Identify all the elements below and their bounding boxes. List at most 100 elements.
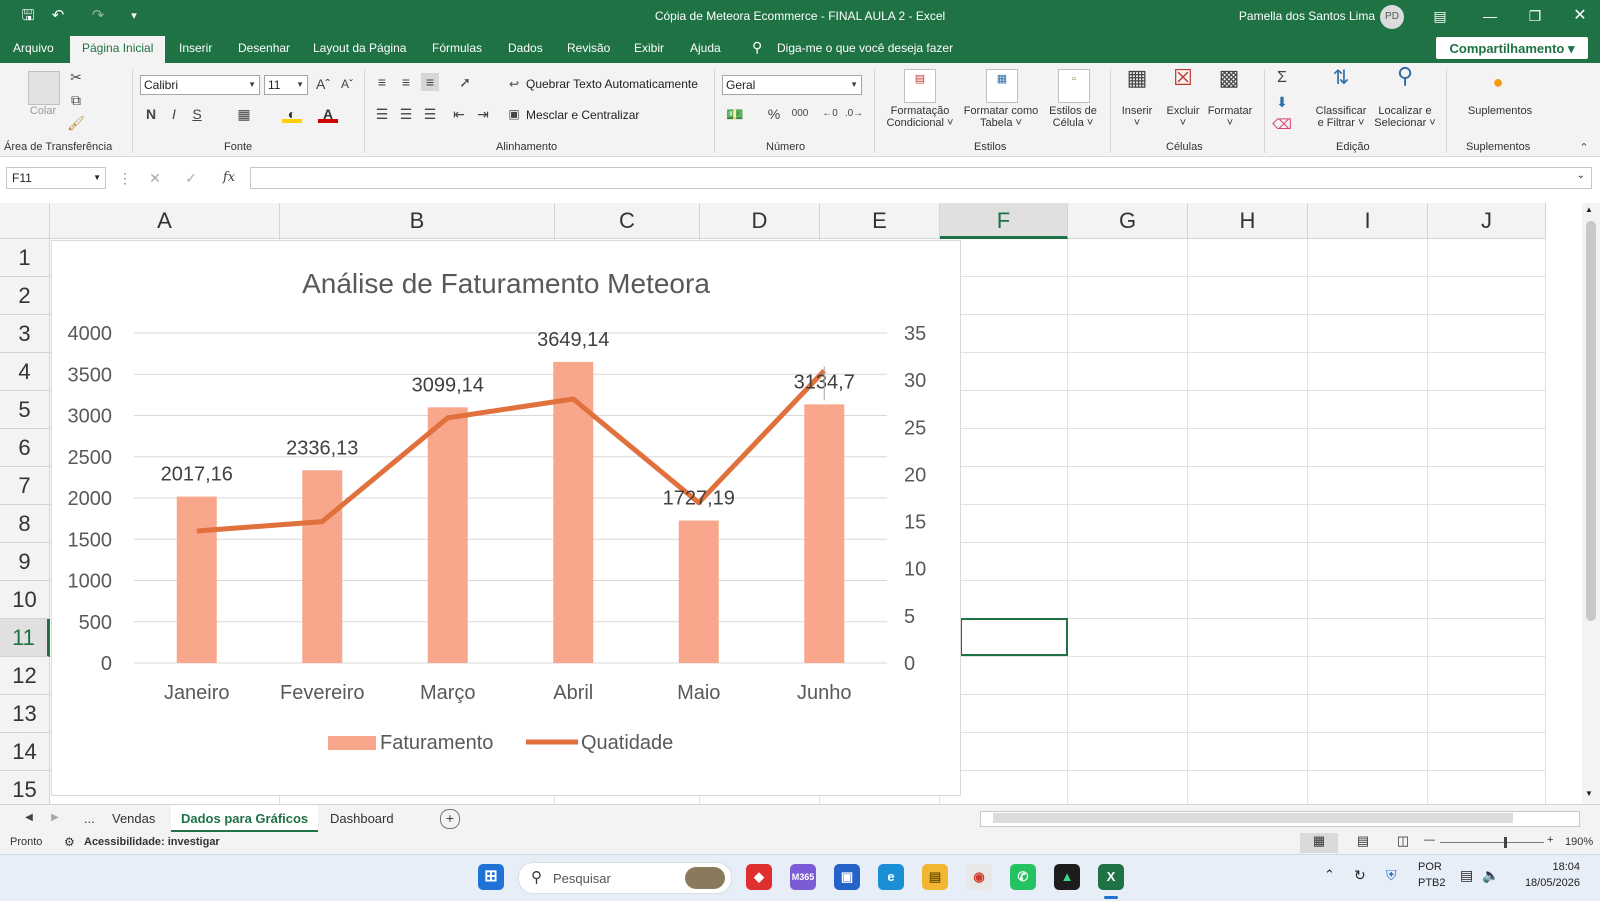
zoom-out-icon[interactable]: — xyxy=(1424,834,1435,846)
increase-indent-icon[interactable]: ⇥ xyxy=(474,105,492,123)
row-header-10[interactable]: 10 xyxy=(0,581,50,619)
collapse-ribbon-icon[interactable]: ⌃ xyxy=(1576,139,1592,157)
decrease-decimal-icon[interactable]: .0→ xyxy=(844,105,864,123)
network-icon[interactable]: ▤ xyxy=(1460,867,1473,884)
sync-icon[interactable]: ↻ xyxy=(1354,867,1366,884)
confirm-entry-icon[interactable]: ✓ xyxy=(182,169,200,187)
chart[interactable]: Análise de Faturamento Meteora 0 500 1000 15… xyxy=(51,240,961,796)
add-sheet-icon[interactable]: + xyxy=(440,809,460,829)
tab-revisao[interactable]: Revisão xyxy=(567,41,610,55)
column-header-g[interactable]: G xyxy=(1068,203,1188,239)
font-size-select[interactable]: 11 ▼ xyxy=(264,75,308,95)
row-header-3[interactable]: 3 xyxy=(0,315,50,353)
underline-button[interactable]: S xyxy=(189,105,205,123)
font-name-select[interactable]: Calibri ▼ xyxy=(140,75,260,95)
row-header-14[interactable]: 14 xyxy=(0,733,50,771)
row-header-13[interactable]: 13 xyxy=(0,695,50,733)
ribbon-display-icon[interactable]: ▤ xyxy=(1428,6,1452,26)
row-header-4[interactable]: 4 xyxy=(0,353,50,391)
sheet-tab-vendas[interactable]: Vendas xyxy=(102,805,165,832)
scroll-up-icon[interactable]: ▲ xyxy=(1585,205,1593,214)
app-chrome-icon[interactable]: ◉ xyxy=(966,864,992,890)
row-header-7[interactable]: 7 xyxy=(0,467,50,505)
close-icon[interactable]: ✕ xyxy=(1568,6,1592,26)
column-header-b[interactable]: B xyxy=(280,203,555,239)
formula-input[interactable]: ⌄ xyxy=(250,167,1592,189)
scroll-down-icon[interactable]: ▼ xyxy=(1585,789,1593,798)
align-right-icon[interactable]: ☰ xyxy=(421,105,439,123)
taskbar-search-box[interactable]: ⚲ Pesquisar xyxy=(518,862,732,894)
horizontal-scrollbar[interactable] xyxy=(980,811,1580,827)
increase-font-icon[interactable]: Aˆ xyxy=(313,75,333,93)
format-cells-button[interactable]: Formatar ˅ xyxy=(1204,105,1256,129)
column-header-j[interactable]: J xyxy=(1428,203,1546,239)
addins-button[interactable]: Suplementos xyxy=(1454,105,1546,117)
horizontal-scroll-thumb[interactable] xyxy=(993,813,1513,823)
tab-ajuda[interactable]: Ajuda xyxy=(690,41,721,55)
autosum-icon[interactable]: Σ xyxy=(1272,69,1292,87)
bold-button[interactable]: N xyxy=(143,105,159,123)
maximize-icon[interactable]: ❐ xyxy=(1523,6,1547,26)
tell-me-search[interactable]: Diga-me o que você deseja fazer xyxy=(777,41,953,55)
scroll-sheets-right-icon[interactable]: ▶ xyxy=(48,809,62,827)
user-name[interactable]: Pamella dos Santos Lima xyxy=(1239,9,1375,23)
active-cell[interactable] xyxy=(960,618,1068,656)
thousands-button[interactable]: 000 xyxy=(788,105,812,123)
app-dev-icon[interactable]: ▲ xyxy=(1054,864,1080,890)
page-break-view-icon[interactable]: ◫ xyxy=(1390,833,1416,849)
cell-styles-button[interactable]: Estilos de Célula ˅ xyxy=(1040,105,1106,129)
insert-function-button[interactable]: fx xyxy=(218,169,240,187)
row-header-12[interactable]: 12 xyxy=(0,657,50,695)
cut-icon[interactable]: ✂ xyxy=(66,68,86,86)
minimize-icon[interactable]: — xyxy=(1478,6,1502,26)
scroll-thumb[interactable] xyxy=(1586,221,1596,621)
page-layout-view-icon[interactable]: ▤ xyxy=(1350,833,1376,849)
column-header-d[interactable]: D xyxy=(700,203,820,239)
format-painter-icon[interactable]: 🖌 xyxy=(66,114,86,132)
column-header-a[interactable]: A xyxy=(50,203,280,239)
conditional-formatting-button[interactable]: Formatação Condicional ˅ xyxy=(880,105,960,129)
tab-exibir[interactable]: Exibir xyxy=(634,41,664,55)
row-header-11[interactable]: 11 xyxy=(0,619,50,657)
app-explorer-icon[interactable]: ▤ xyxy=(922,864,948,890)
select-all-corner[interactable] xyxy=(0,203,50,239)
name-box[interactable]: F11 ▼ xyxy=(6,167,106,189)
language-indicator[interactable]: POR xyxy=(1418,861,1442,873)
accessibility-status[interactable]: Acessibilidade: investigar xyxy=(84,836,220,848)
zoom-in-icon[interactable]: + xyxy=(1547,834,1553,846)
align-top-icon[interactable]: ≡ xyxy=(373,73,391,91)
column-header-h[interactable]: H xyxy=(1188,203,1308,239)
copy-icon[interactable]: ⧉ xyxy=(66,91,86,109)
tab-dados[interactable]: Dados xyxy=(508,41,543,55)
column-header-e[interactable]: E xyxy=(820,203,940,239)
paste-icon[interactable] xyxy=(28,71,60,105)
format-as-table-button[interactable]: Formatar como Tabela ˅ xyxy=(956,105,1046,129)
sort-filter-button[interactable]: Classificar e Filtrar ˅ xyxy=(1310,105,1372,129)
zoom-slider[interactable] xyxy=(1440,842,1544,843)
orientation-icon[interactable]: ➚ xyxy=(454,73,476,91)
app-anydesk-icon[interactable]: ◆ xyxy=(746,864,772,890)
delete-cells-button[interactable]: Excluir ˅ xyxy=(1160,105,1206,129)
currency-icon[interactable]: 💵 xyxy=(724,105,746,123)
scroll-sheets-left-icon[interactable]: ◀ xyxy=(22,809,36,827)
row-header-2[interactable]: 2 xyxy=(0,277,50,315)
increase-decimal-icon[interactable]: ←0 xyxy=(820,105,840,123)
sheet-tab-dashboard[interactable]: Dashboard xyxy=(320,805,404,832)
tab-layout-da-pagina[interactable]: Layout da Página xyxy=(313,41,406,55)
zoom-level[interactable]: 190% xyxy=(1565,836,1593,848)
column-header-i[interactable]: I xyxy=(1308,203,1428,239)
row-header-15[interactable]: 15 xyxy=(0,771,50,804)
column-header-f[interactable]: F xyxy=(940,203,1068,239)
more-sheets-button[interactable]: ... xyxy=(74,805,105,832)
clear-icon[interactable]: ⌫ xyxy=(1272,115,1292,133)
app-store-icon[interactable]: ▣ xyxy=(834,864,860,890)
app-whatsapp-icon[interactable]: ✆ xyxy=(1010,864,1036,890)
keyboard-layout[interactable]: PTB2 xyxy=(1418,877,1446,889)
decrease-indent-icon[interactable]: ⇤ xyxy=(450,105,468,123)
column-header-c[interactable]: C xyxy=(555,203,700,239)
zoom-slider-handle[interactable] xyxy=(1504,837,1507,848)
app-m365-icon[interactable]: M365 xyxy=(790,864,816,890)
align-left-icon[interactable]: ☰ xyxy=(373,105,391,123)
normal-view-icon[interactable]: ▦ xyxy=(1300,833,1338,853)
tab-desenhar[interactable]: Desenhar xyxy=(238,41,290,55)
